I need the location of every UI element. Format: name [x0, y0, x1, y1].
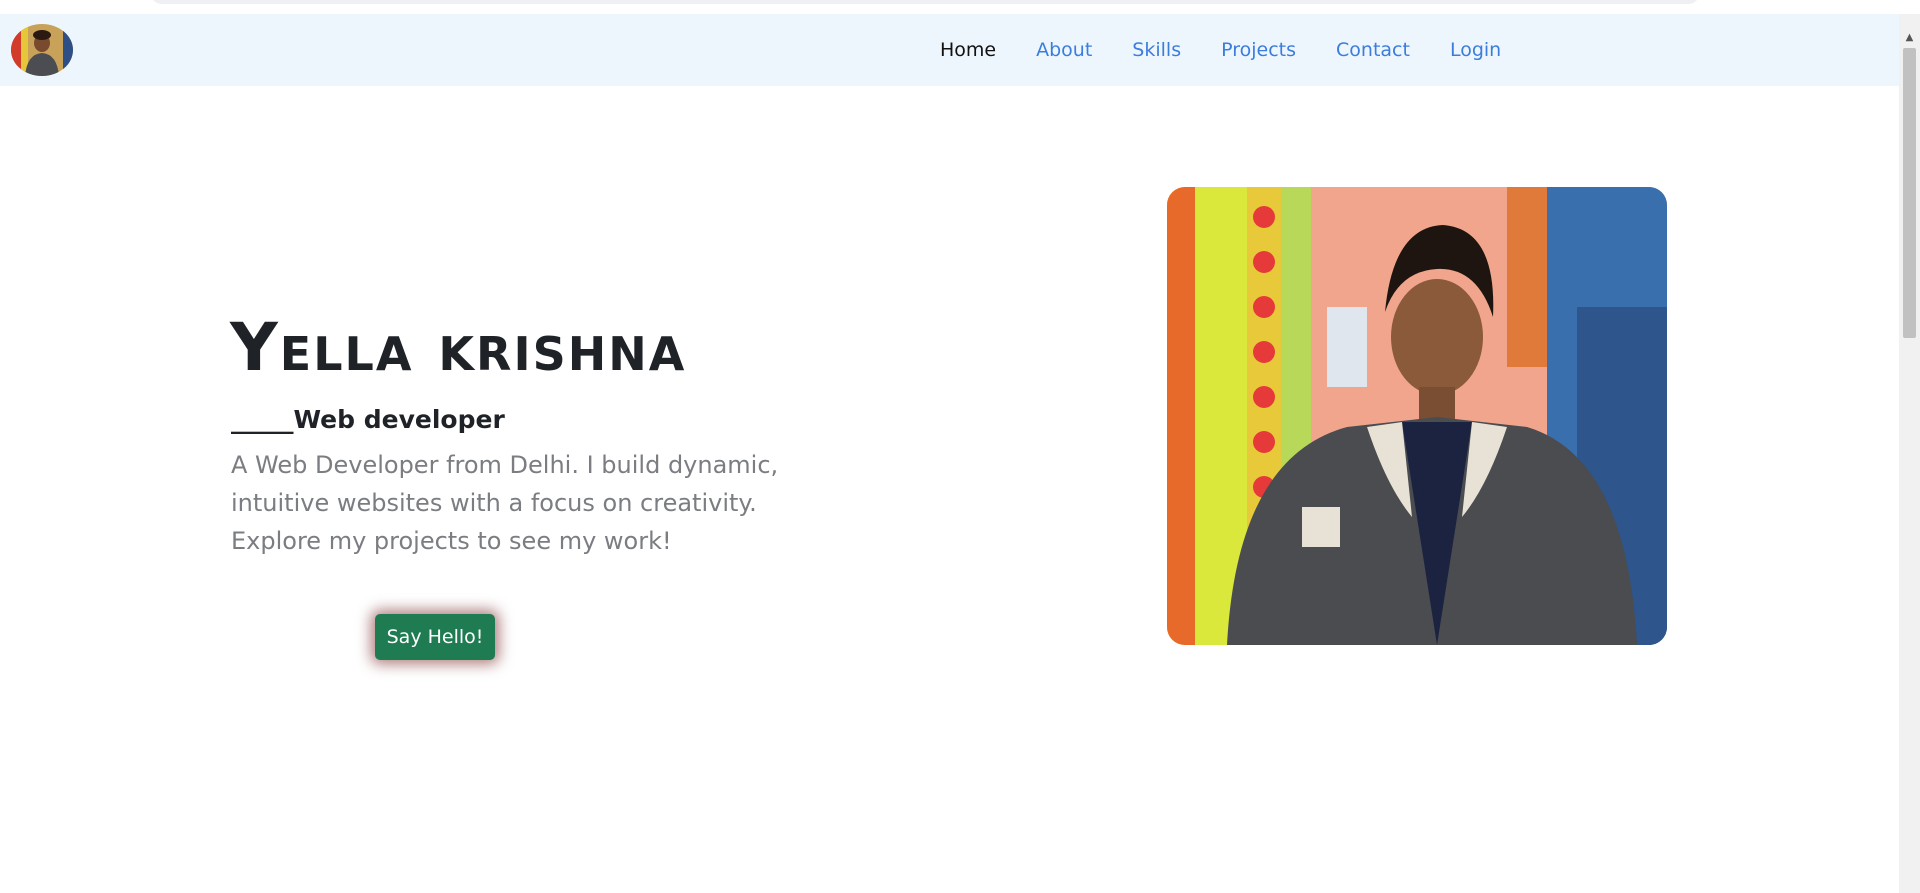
hero-subtitle: _____Web developer: [231, 405, 505, 434]
nav-home[interactable]: Home: [940, 39, 996, 61]
browser-address-pill: [150, 0, 1700, 4]
say-hello-button[interactable]: Say Hello!: [375, 614, 495, 660]
hero-intro: A Web Developer from Delhi. I build dyna…: [231, 446, 791, 560]
nav-login[interactable]: Login: [1450, 39, 1501, 61]
intro-line-1: A Web Developer from Delhi. I build dyna…: [231, 451, 779, 479]
nav-about[interactable]: About: [1036, 39, 1092, 61]
profile-photo: [1167, 187, 1667, 645]
scrollbar-thumb[interactable]: [1903, 48, 1916, 338]
intro-line-2: intuitive websites with a focus on creat…: [231, 489, 757, 517]
nav-projects[interactable]: Projects: [1221, 39, 1296, 61]
navbar: Home About Skills Projects Contact Login: [0, 14, 1899, 86]
nav-contact[interactable]: Contact: [1336, 39, 1410, 61]
hero-name: Yella krishna: [230, 309, 687, 386]
nav-skills[interactable]: Skills: [1132, 39, 1181, 61]
logo-avatar[interactable]: [11, 24, 73, 76]
intro-line-3: Explore my projects to see my work!: [231, 527, 672, 555]
profile-photo-image: [1167, 187, 1667, 645]
nav-links: Home About Skills Projects Contact Login: [940, 14, 1541, 86]
avatar-image: [11, 24, 73, 76]
browser-top-strip: [0, 0, 1920, 15]
vertical-scrollbar[interactable]: ▲: [1899, 14, 1920, 893]
scroll-up-arrow-icon[interactable]: ▲: [1899, 30, 1920, 46]
